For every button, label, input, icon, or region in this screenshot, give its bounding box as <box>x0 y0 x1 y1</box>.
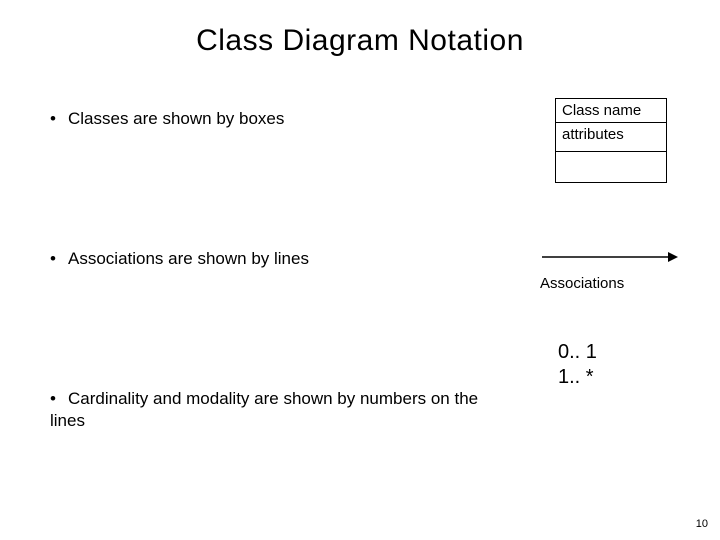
class-name-compartment: Class name <box>556 99 666 123</box>
association-label: Associations <box>540 275 680 292</box>
bullet-3-text: Cardinality and modality are shown by nu… <box>50 389 478 430</box>
association-arrow-icon <box>540 248 680 266</box>
slide: Class Diagram Notation •Classes are show… <box>0 0 720 540</box>
cardinality-line-1: 0.. 1 <box>558 340 597 365</box>
bullet-dot: • <box>50 108 68 130</box>
bullet-dot: • <box>50 388 68 410</box>
bullet-dot: • <box>50 248 68 270</box>
association-illustration: Associations <box>540 248 680 292</box>
cardinality-line-2: 1.. * <box>558 365 597 390</box>
class-attributes-compartment: attributes <box>556 123 666 152</box>
bullet-2-text: Associations are shown by lines <box>68 249 309 268</box>
bullet-1-text: Classes are shown by boxes <box>68 109 284 128</box>
slide-title: Class Diagram Notation <box>0 24 720 58</box>
bullet-1: •Classes are shown by boxes <box>50 108 480 130</box>
cardinality-illustration: 0.. 1 1.. * <box>558 340 597 390</box>
class-box-illustration: Class name attributes <box>555 98 667 183</box>
bullet-3: •Cardinality and modality are shown by n… <box>50 388 480 432</box>
class-operations-compartment <box>556 152 666 182</box>
bullet-2: •Associations are shown by lines <box>50 248 480 270</box>
page-number: 10 <box>696 518 708 530</box>
